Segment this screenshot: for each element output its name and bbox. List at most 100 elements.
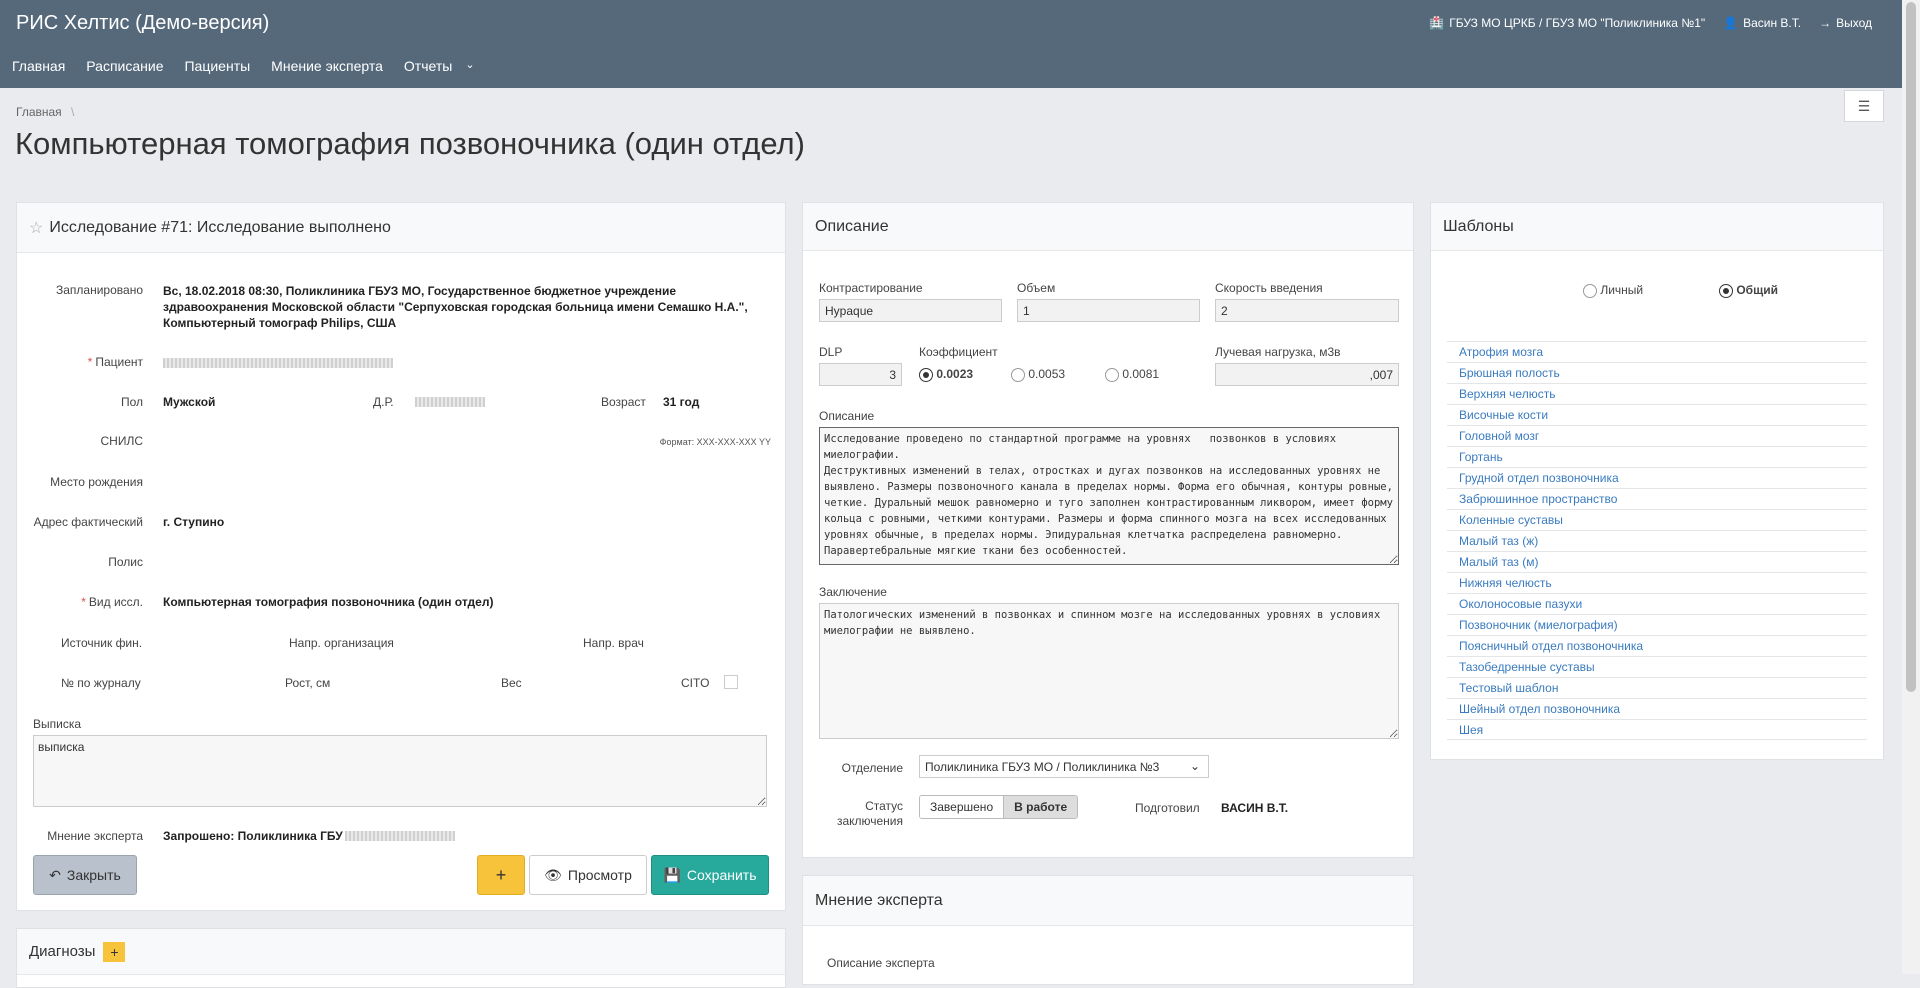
dob-value-redacted [415,397,485,407]
close-button[interactable]: ↶ Закрыть [33,855,137,895]
scope-common-radio[interactable] [1719,283,1733,298]
dept-label: Отделение [841,761,903,775]
sex-label: Пол [120,395,143,409]
description-panel: Описание Контрастирование Hypaque Объем … [802,202,1414,858]
org-selector[interactable]: 🏥 ГБУЗ МО ЦРКБ / ГБУЗ МО "Поликлиника №1… [1429,16,1705,30]
star-icon[interactable]: ☆ [29,218,43,238]
status-in-progress-button[interactable]: В работе [1003,796,1078,818]
coef-radio-3[interactable] [1105,367,1119,382]
journal-label: № по журналу [61,676,141,690]
nav-item-schedule[interactable]: Расписание [86,58,163,74]
coef-radio-2[interactable] [1011,367,1025,382]
planned-label: Запланировано [56,283,143,297]
coef-option-1-label: 0.0023 [936,367,974,381]
contrast-input[interactable]: Hypaque [819,299,1002,322]
breadcrumb-home[interactable]: Главная [16,105,62,119]
dlp-label: DLP [819,345,843,359]
address-value: г. Ступино [163,515,225,529]
template-item[interactable]: Забрюшинное пространство [1447,488,1867,509]
prepared-value: ВАСИН В.Т. [1221,801,1289,815]
template-item[interactable]: Малый таз (м) [1447,551,1867,572]
age-value: 31 год [663,395,700,409]
add-button[interactable]: + [477,855,525,895]
template-item[interactable]: Шея [1447,719,1867,740]
add-diagnosis-button[interactable]: + [103,941,126,962]
page-title: Компьютерная томография позвоночника (од… [15,126,805,161]
user-menu[interactable]: 👤 Васин В.Т. [1723,16,1801,30]
template-item[interactable]: Гортань [1447,446,1867,467]
template-item[interactable]: Шейный отдел позвоночника [1447,698,1867,719]
nav-item-home[interactable]: Главная [12,58,65,74]
template-item[interactable]: Малый таз (ж) [1447,530,1867,551]
templates-panel: Шаблоны Личный Общий Атрофия мозга Брюшн… [1430,202,1884,760]
nav-more-chevron-down-icon[interactable]: ⌄ [465,58,474,74]
template-item[interactable]: Позвоночник (миелография) [1447,614,1867,635]
conclusion-textarea[interactable]: Патологических изменений в позвонках и с… [819,603,1399,739]
template-item[interactable]: Околоносовые пазухи [1447,593,1867,614]
dept-select[interactable]: Поликлиника ГБУЗ МО / Поликлиника №3 ⌄ [919,755,1209,778]
expert-value: Запрошено: Поликлиника ГБУ [163,829,343,843]
scope-common[interactable]: Общий [1719,283,1778,298]
extract-textarea[interactable]: выписка [33,735,767,807]
nav-item-expert-opinion[interactable]: Мнение эксперта [271,58,383,74]
nav-item-patients[interactable]: Пациенты [184,58,250,74]
expert-label: Мнение эксперта [47,829,143,843]
study-type-label: * Вид иссл. [81,595,143,609]
scope-personal-radio[interactable] [1583,283,1597,298]
scrollbar-thumb[interactable] [1906,2,1916,692]
page-scrollbar[interactable] [1902,0,1920,974]
patient-value-redacted[interactable] [163,358,393,368]
preview-button[interactable]: 👁 Просмотр [529,855,647,895]
eye-icon: 👁 [544,866,562,883]
cito-checkbox[interactable] [724,675,738,689]
study-title: Исследование #71: Исследование выполнено [49,218,391,236]
template-item[interactable]: Височные кости [1447,404,1867,425]
template-item[interactable]: Грудной отдел позвоночника [1447,467,1867,488]
breadcrumb: Главная \ [16,105,74,119]
desc-label: Описание [819,409,875,423]
prepared-label: Подготовил [1135,801,1200,815]
template-item[interactable]: Нижняя челюсть [1447,572,1867,593]
save-button[interactable]: 💾 Сохранить [651,855,769,895]
study-panel-header: ☆ Исследование #71: Исследование выполне… [17,203,785,253]
logout-link[interactable]: → Выход [1819,16,1872,30]
extract-label: Выписка [33,717,82,731]
coef-option-3[interactable]: 0.0081 [1105,367,1159,382]
patient-label-text: Пациент [95,355,143,369]
scope-personal[interactable]: Личный [1583,283,1643,298]
diagnoses-panel: Диагнозы + [16,928,786,988]
weight-label: Вес [501,676,522,690]
close-button-label: Закрыть [66,867,121,883]
desc-textarea[interactable]: Исследование проведено по стандартной пр… [819,427,1399,565]
template-item[interactable]: Брюшная полость [1447,362,1867,383]
app-title[interactable]: РИС Хелтис (Демо-версия) [16,12,269,35]
coef-option-3-label: 0.0081 [1122,367,1160,381]
birthplace-label: Место рождения [50,475,143,489]
status-done-button[interactable]: Завершено [920,796,1004,818]
planned-value: Вс, 18.02.2018 08:30, Поликлиника ГБУЗ М… [163,284,748,330]
logout-label: Выход [1836,16,1872,30]
conclusion-label: Заключение [819,585,887,599]
template-item[interactable]: Коленные суставы [1447,509,1867,530]
hamburger-menu-icon[interactable]: ☰ [1844,90,1884,122]
study-type-label-text: Вид иссл. [88,595,143,609]
template-item[interactable]: Тестовый шаблон [1447,677,1867,698]
dlp-input[interactable]: 3 [819,363,902,386]
template-item[interactable]: Атрофия мозга [1447,341,1867,362]
main-nav: Главная Расписание Пациенты Мнение экспе… [12,58,475,74]
expert-desc-label: Описание эксперта [827,956,935,970]
speed-label: Скорость введения [1215,281,1323,295]
volume-input[interactable]: 1 [1017,299,1200,322]
template-item[interactable]: Тазобедренные суставы [1447,656,1867,677]
coef-radio-1[interactable] [919,367,933,382]
preview-button-label: Просмотр [567,867,632,883]
template-item[interactable]: Головной мозг [1447,425,1867,446]
nav-item-reports[interactable]: Отчеты [404,58,452,74]
coef-option-1[interactable]: 0.0023 [919,367,973,382]
speed-input[interactable]: 2 [1215,299,1399,322]
dose-input[interactable]: ,007 [1215,363,1399,386]
coef-option-2[interactable]: 0.0053 [1011,367,1065,382]
template-item[interactable]: Верхняя челюсть [1447,383,1867,404]
template-item[interactable]: Поясничный отдел позвоночника [1447,635,1867,656]
templates-header: Шаблоны [1431,203,1883,251]
